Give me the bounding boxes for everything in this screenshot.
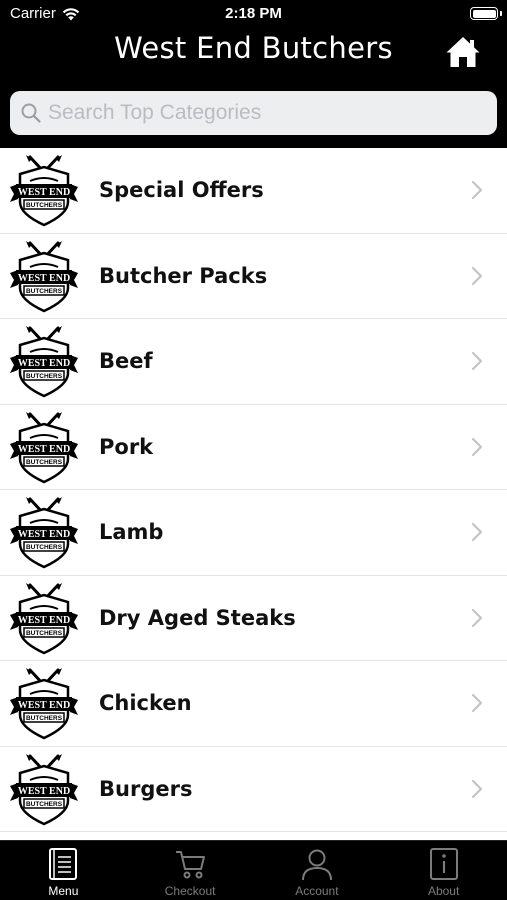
logo-text-bottom: BUTCHERS bbox=[26, 373, 63, 380]
logo-text-bottom: BUTCHERS bbox=[26, 801, 63, 808]
cart-icon bbox=[176, 851, 206, 879]
tab-account[interactable]: Account bbox=[254, 841, 381, 900]
logo-text-bottom: BUTCHERS bbox=[26, 202, 63, 209]
logo-text-top: WEST END bbox=[18, 529, 70, 540]
category-row[interactable]: WEST END BUTCHERS Lamb bbox=[0, 490, 507, 576]
logo-text-top: WEST END bbox=[18, 273, 70, 284]
chevron-right-icon bbox=[471, 523, 483, 542]
tab-label: Account bbox=[295, 884, 339, 898]
navigation-bar: West End Butchers bbox=[0, 28, 507, 80]
category-list: WEST END BUTCHERS Special Offers WEST EN… bbox=[0, 148, 507, 840]
logo-text-bottom: BUTCHERS bbox=[26, 288, 63, 295]
search-area bbox=[0, 80, 507, 147]
logo-text-bottom: BUTCHERS bbox=[26, 544, 63, 551]
list-item-label: Pork bbox=[99, 434, 154, 459]
info-icon bbox=[429, 848, 458, 880]
chevron-right-icon bbox=[471, 694, 483, 713]
category-row[interactable]: WEST END BUTCHERS Special Offers bbox=[0, 148, 507, 234]
chevron-right-icon bbox=[471, 437, 483, 456]
list-item-label: Lamb bbox=[99, 520, 164, 545]
west-end-butchers-logo: WEST END BUTCHERS bbox=[10, 411, 78, 483]
list-item-label: Special Offers bbox=[99, 178, 264, 203]
category-row[interactable]: WEST END BUTCHERS Butcher Packs bbox=[0, 233, 507, 319]
logo-text-top: WEST END bbox=[18, 786, 70, 797]
list-item-label: Butcher Packs bbox=[99, 263, 268, 288]
category-row[interactable]: WEST END BUTCHERS Beef bbox=[0, 319, 507, 405]
list-item-label: Beef bbox=[99, 349, 153, 374]
tab-about[interactable]: About bbox=[380, 841, 507, 900]
tab-label: Menu bbox=[48, 884, 79, 898]
logo-text-top: WEST END bbox=[18, 358, 70, 369]
tab-menu[interactable]: Menu bbox=[0, 841, 127, 900]
west-end-butchers-logo: WEST END BUTCHERS bbox=[10, 753, 78, 825]
category-row[interactable]: WEST END BUTCHERS Burgers bbox=[0, 746, 507, 832]
chevron-right-icon bbox=[471, 181, 483, 200]
logo-text-top: WEST END bbox=[18, 700, 70, 711]
search-icon bbox=[21, 103, 41, 123]
list-item-label: Chicken bbox=[99, 691, 192, 716]
logo-text-top: WEST END bbox=[18, 444, 70, 455]
status-time: 2:18 PM bbox=[225, 5, 282, 22]
search-input[interactable] bbox=[48, 101, 468, 125]
status-bar: Carrier 2:18 PM bbox=[0, 0, 507, 28]
west-end-butchers-logo: WEST END BUTCHERS bbox=[10, 668, 78, 740]
west-end-butchers-logo: WEST END BUTCHERS bbox=[10, 497, 78, 569]
battery-icon bbox=[470, 7, 502, 20]
logo-text-bottom: BUTCHERS bbox=[26, 630, 63, 637]
west-end-butchers-logo: WEST END BUTCHERS bbox=[10, 582, 78, 654]
category-row[interactable]: WEST END BUTCHERS Dry Aged Steaks bbox=[0, 575, 507, 661]
category-row[interactable]: WEST END BUTCHERS Chicken bbox=[0, 661, 507, 747]
west-end-butchers-logo: WEST END BUTCHERS bbox=[10, 240, 78, 312]
logo-text-top: WEST END bbox=[18, 187, 70, 198]
logo-text-bottom: BUTCHERS bbox=[26, 459, 63, 466]
search-bar[interactable] bbox=[10, 91, 497, 135]
tab-label: Checkout bbox=[164, 884, 216, 898]
logo-text-bottom: BUTCHERS bbox=[26, 715, 63, 722]
chevron-right-icon bbox=[471, 266, 483, 285]
list-item-label: Burgers bbox=[99, 776, 193, 801]
logo-text-top: WEST END bbox=[18, 615, 70, 626]
chevron-right-icon bbox=[471, 608, 483, 627]
category-row[interactable]: WEST END BUTCHERS Pork bbox=[0, 404, 507, 490]
home-icon[interactable] bbox=[445, 34, 481, 70]
person-icon bbox=[301, 849, 332, 881]
tab-checkout[interactable]: Checkout bbox=[127, 841, 254, 900]
west-end-butchers-logo: WEST END BUTCHERS bbox=[10, 326, 78, 398]
west-end-butchers-logo: WEST END BUTCHERS bbox=[10, 155, 78, 227]
chevron-right-icon bbox=[471, 352, 483, 371]
tab-label: About bbox=[427, 884, 460, 898]
chevron-right-icon bbox=[471, 779, 483, 798]
list-item-label: Dry Aged Steaks bbox=[99, 605, 296, 630]
page-title: West End Butchers bbox=[114, 31, 393, 65]
menu-book-icon bbox=[49, 848, 78, 880]
tab-bar: Menu Checkout Account About bbox=[0, 840, 507, 900]
